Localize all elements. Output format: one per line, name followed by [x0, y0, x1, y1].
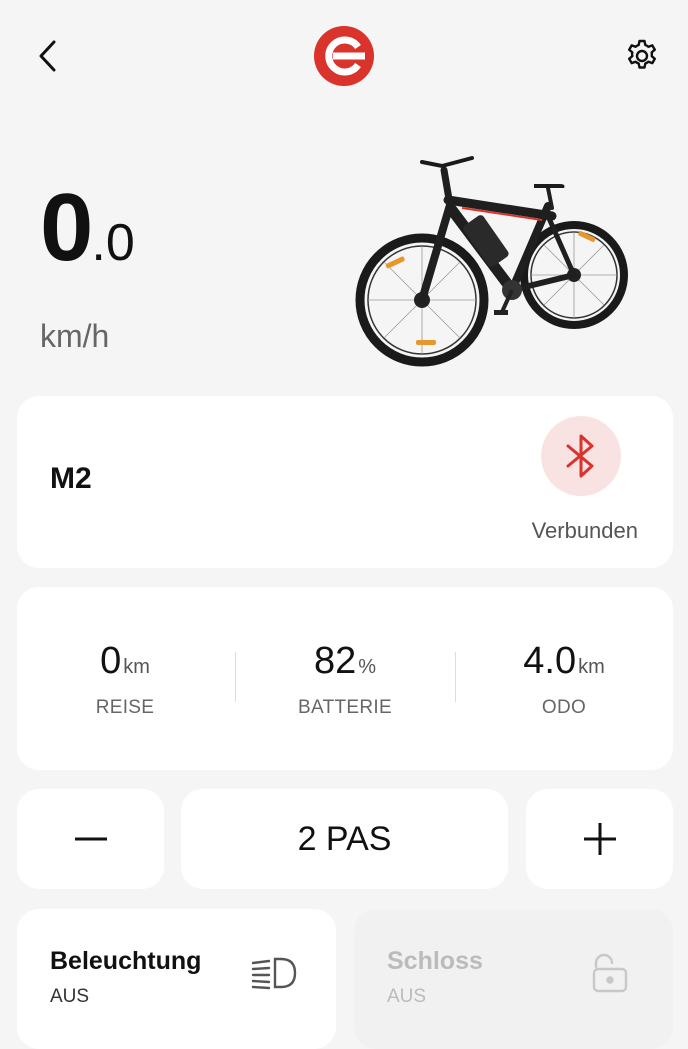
bike-image: [352, 150, 632, 372]
settings-button[interactable]: [620, 34, 664, 78]
light-toggle-card[interactable]: Beleuchtung AUS: [17, 909, 336, 1049]
stat-unit: km: [123, 656, 150, 678]
bluetooth-icon: [566, 434, 594, 478]
minus-icon: [74, 837, 107, 841]
back-button[interactable]: [28, 34, 68, 78]
lock-toggle-card[interactable]: Schloss AUS: [354, 909, 673, 1049]
stat-value: 0: [100, 640, 122, 682]
speed-decimal: .0: [91, 214, 135, 272]
stat-value: 4.0: [523, 640, 577, 682]
device-name: M2: [50, 462, 92, 495]
stat-label: ODO: [541, 697, 587, 718]
speed-readout: 0.0: [40, 180, 135, 276]
light-state: AUS: [50, 986, 90, 1007]
stat-label: BATTERIE: [298, 697, 392, 718]
stat-battery: 82% BATTERIE: [245, 640, 445, 719]
brand-logo: [313, 25, 375, 87]
stat-unit: %: [358, 656, 377, 678]
stat-label: REISE: [95, 697, 155, 718]
lock-state: AUS: [387, 986, 427, 1007]
light-title: Beleuchtung: [50, 947, 202, 975]
increase-assist-button[interactable]: [526, 789, 673, 889]
speed-unit: km/h: [40, 318, 110, 354]
unlock-icon: [592, 953, 628, 993]
divider: [455, 652, 456, 702]
divider: [235, 652, 236, 702]
stat-unit: km: [578, 656, 605, 678]
lock-title: Schloss: [387, 947, 483, 975]
connection-status: Verbunden: [531, 518, 638, 543]
speed-integer: 0: [40, 174, 93, 281]
gear-icon: [628, 39, 656, 69]
chevron-left-icon: [39, 40, 56, 72]
decrease-assist-button[interactable]: [17, 789, 164, 889]
plus-icon: [583, 823, 616, 855]
bluetooth-button[interactable]: [541, 416, 621, 496]
stat-odo: 4.0 km ODO: [464, 640, 664, 719]
headlight-icon: [251, 957, 297, 990]
assist-level-display: 2 PAS: [181, 789, 508, 889]
stat-trip: 0 km REISE: [25, 640, 225, 719]
stat-value: 82: [313, 640, 357, 682]
